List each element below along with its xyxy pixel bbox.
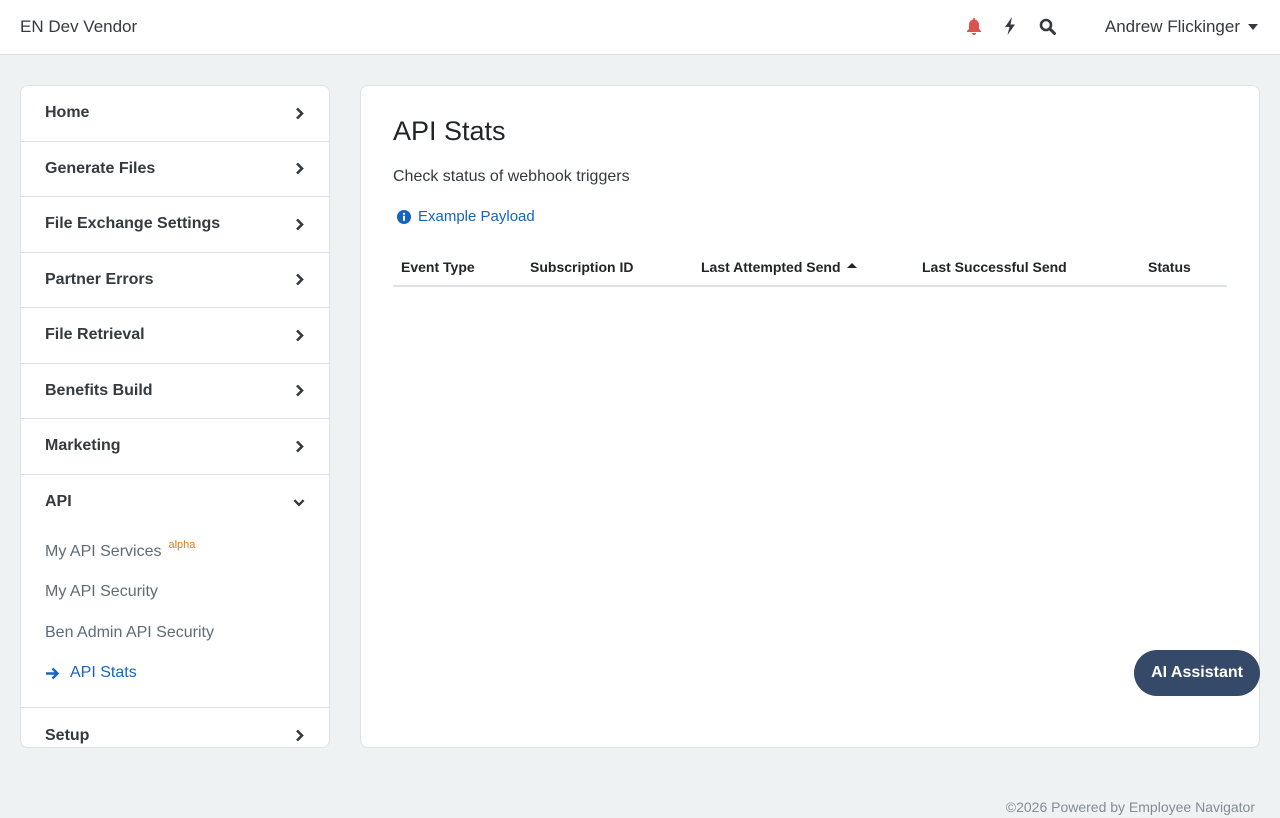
chevron-right-icon	[293, 107, 305, 120]
sidebar-item-setup[interactable]: Setup	[21, 708, 329, 747]
ai-assistant-button[interactable]: AI Assistant	[1134, 650, 1260, 696]
main-content-card: API Stats Check status of webhook trigge…	[360, 85, 1260, 748]
chevron-right-icon	[293, 162, 305, 175]
arrow-right-icon	[45, 667, 61, 680]
column-label: Event Type	[401, 259, 475, 275]
sidebar-item-label: API	[45, 493, 72, 511]
subnav-item-label: API Stats	[70, 664, 137, 682]
bell-icon[interactable]	[964, 16, 984, 36]
sort-ascending-icon	[846, 262, 857, 268]
alpha-badge: alpha	[168, 539, 196, 552]
sidebar-item-partner-errors[interactable]: Partner Errors	[21, 253, 329, 308]
column-header-last-attempted-send[interactable]: Last Attempted Send	[701, 259, 857, 275]
subnav-item-my-api-services[interactable]: My API Services alpha	[21, 532, 329, 572]
user-name: Andrew Flickinger	[1104, 17, 1240, 36]
brand-name[interactable]: EN Dev Vendor	[20, 17, 137, 37]
column-header-status[interactable]: Status	[1148, 259, 1191, 275]
sidebar-item-label: Partner Errors	[45, 270, 154, 288]
sidebar-item-label: Generate Files	[45, 159, 156, 177]
caret-down-icon	[1248, 24, 1258, 30]
column-header-subscription-id[interactable]: Subscription ID	[530, 259, 633, 275]
example-payload-link[interactable]: Example Payload	[397, 208, 535, 225]
chevron-right-icon	[293, 329, 305, 342]
sidebar-item-label: Marketing	[45, 437, 121, 455]
sidebar-item-label: Home	[45, 104, 90, 122]
column-header-event-type[interactable]: Event Type	[401, 259, 475, 275]
top-navbar: EN Dev Vendor Andrew Flickinger	[0, 0, 1280, 55]
sidebar-item-generate-files[interactable]: Generate Files	[21, 142, 329, 197]
column-label: Last Successful Send	[922, 259, 1067, 275]
sidebar-item-file-exchange-settings[interactable]: File Exchange Settings	[21, 197, 329, 253]
chevron-right-icon	[293, 273, 305, 286]
column-label: Status	[1148, 259, 1191, 275]
sidebar-item-home[interactable]: Home	[21, 86, 329, 142]
page-title: API Stats	[393, 116, 506, 146]
sidebar-nav: Home Generate Files File Exchange Settin…	[20, 85, 330, 748]
chevron-right-icon	[293, 440, 305, 453]
sidebar-item-label: File Retrieval	[45, 326, 145, 344]
subnav-item-api-stats[interactable]: API Stats	[21, 653, 329, 693]
sidebar-item-file-retrieval[interactable]: File Retrieval	[21, 308, 329, 364]
subnav-item-ben-admin-api-security[interactable]: Ben Admin API Security	[21, 613, 329, 653]
chevron-down-icon	[293, 496, 305, 508]
footer-copyright: ©2026 Powered by Employee Navigator	[1005, 799, 1255, 815]
chevron-right-icon	[293, 730, 305, 742]
subnav-item-label: Ben Admin API Security	[45, 623, 214, 641]
subnav-item-label: My API Security	[45, 583, 158, 601]
user-menu-dropdown[interactable]: Andrew Flickinger	[1105, 17, 1258, 37]
sidebar-item-label: Benefits Build	[45, 381, 153, 399]
column-label: Last Attempted Send	[701, 259, 841, 275]
sidebar-item-label: File Exchange Settings	[45, 215, 221, 233]
page-subtitle: Check status of webhook triggers	[393, 168, 630, 185]
search-icon[interactable]	[1037, 16, 1057, 36]
column-label: Subscription ID	[530, 259, 634, 275]
column-header-last-successful-send[interactable]: Last Successful Send	[922, 259, 1067, 275]
subnav-item-my-api-security[interactable]: My API Security	[21, 572, 329, 612]
sidebar-item-benefits-build[interactable]: Benefits Build	[21, 364, 329, 419]
subnav-item-label: My API Services	[45, 543, 162, 561]
chevron-right-icon	[293, 218, 305, 231]
example-payload-label: Example Payload	[418, 208, 535, 225]
api-subnav: My API Services alpha My API Security Be…	[21, 530, 329, 709]
chevron-right-icon	[293, 384, 305, 397]
info-circle-icon	[397, 209, 411, 224]
bolt-icon[interactable]	[1000, 16, 1020, 36]
sidebar-item-label: Setup	[45, 726, 90, 744]
sidebar-item-marketing[interactable]: Marketing	[21, 419, 329, 475]
api-stats-table-header: Event Type Subscription ID Last Attempte…	[393, 251, 1227, 287]
sidebar-item-api[interactable]: API	[21, 475, 329, 531]
